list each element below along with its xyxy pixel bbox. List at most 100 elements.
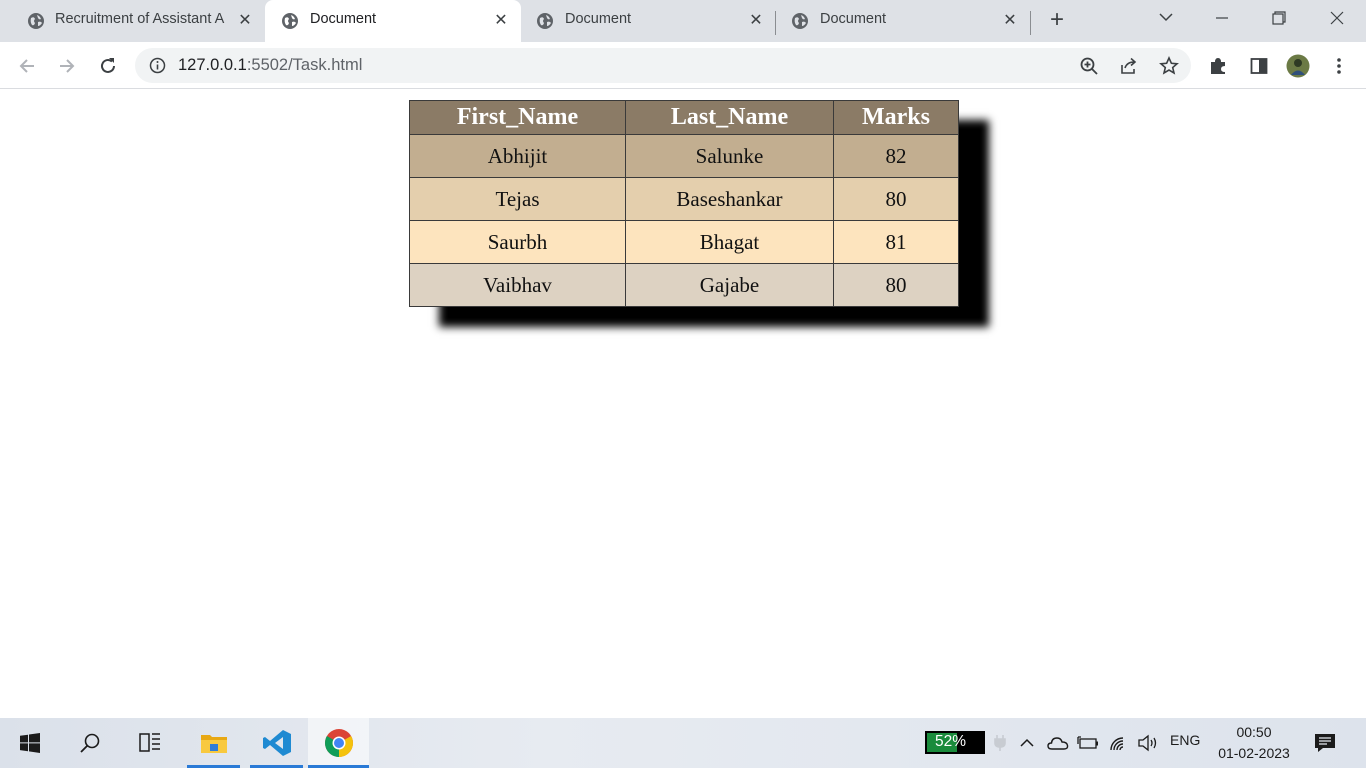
arrow-right-icon — [60, 59, 75, 73]
tab-strip: Recruitment of Assistant A ✕ Document ✕ … — [0, 0, 1366, 42]
menu-button[interactable] — [1326, 53, 1352, 79]
page-content: First_Name Last_Name Marks Abhijit Salun… — [0, 90, 1366, 718]
last-name-cell: Bhagat — [625, 220, 834, 264]
restore-icon — [1272, 11, 1286, 25]
reload-icon — [101, 58, 115, 73]
zoom-in-icon — [1080, 57, 1098, 75]
close-icon[interactable]: ✕ — [747, 12, 765, 30]
globe-icon — [282, 13, 298, 29]
tab-separator — [1030, 11, 1031, 35]
address-bar[interactable]: 127.0.0.1:5502/Task.html — [135, 48, 1191, 83]
marks-cell: 82 — [833, 134, 959, 178]
minimize-icon — [1216, 17, 1228, 19]
volume-icon[interactable] — [1137, 734, 1159, 752]
first-name-cell: Saurbh — [409, 220, 626, 264]
url-host: 127.0.0.1 — [178, 56, 247, 74]
marks-table: First_Name Last_Name Marks Abhijit Salun… — [409, 100, 959, 307]
reload-button[interactable] — [95, 53, 121, 79]
onedrive-icon[interactable] — [1047, 735, 1069, 751]
profile-button[interactable] — [1285, 53, 1311, 79]
search-button[interactable] — [60, 718, 120, 768]
browser-toolbar: 127.0.0.1:5502/Task.html — [0, 42, 1366, 89]
file-explorer-button[interactable] — [187, 718, 240, 768]
folder-icon — [200, 735, 227, 753]
share-icon — [1121, 57, 1137, 74]
table-row: Vaibhav Gajabe 80 — [409, 263, 959, 307]
first-name-cell: Tejas — [409, 177, 626, 221]
wifi-icon[interactable] — [1108, 734, 1130, 752]
minimize-button[interactable] — [1210, 9, 1234, 33]
arrow-left-icon — [19, 59, 34, 73]
vscode-button[interactable] — [250, 718, 303, 768]
info-icon[interactable] — [149, 57, 166, 74]
column-header-last-name: Last_Name — [625, 100, 834, 135]
globe-icon — [537, 13, 553, 29]
zoom-button[interactable] — [1076, 53, 1102, 79]
clock[interactable]: 00:50 01-02-2023 — [1214, 722, 1294, 764]
first-name-cell: Abhijit — [409, 134, 626, 178]
vscode-icon — [262, 730, 291, 756]
tab-title: Document — [310, 11, 377, 27]
notifications-icon[interactable] — [1314, 733, 1336, 753]
puzzle-icon — [1211, 58, 1225, 74]
battery-indicator[interactable]: 52% — [925, 731, 985, 754]
url-path: :5502/Task.html — [246, 56, 363, 74]
marks-cell: 80 — [833, 177, 959, 221]
last-name-cell: Baseshankar — [625, 177, 834, 221]
last-name-cell: Salunke — [625, 134, 834, 178]
table-row: Tejas Baseshankar 80 — [409, 177, 959, 221]
close-window-button[interactable] — [1325, 9, 1349, 33]
bookmark-button[interactable] — [1156, 53, 1182, 79]
table-row: Saurbh Bhagat 81 — [409, 220, 959, 264]
table-row: Abhijit Salunke 82 — [409, 134, 959, 178]
restore-button[interactable] — [1267, 9, 1291, 33]
tab-recruitment[interactable]: Recruitment of Assistant A ✕ — [0, 0, 265, 42]
globe-icon — [28, 13, 44, 29]
tab-title: Document — [820, 11, 887, 27]
battery-icon[interactable] — [1077, 735, 1099, 751]
language-indicator[interactable]: ENG — [1170, 732, 1200, 748]
marks-cell: 81 — [833, 220, 959, 264]
clock-time: 00:50 — [1236, 724, 1272, 740]
chrome-button[interactable] — [308, 718, 369, 768]
new-tab-button[interactable]: + — [1045, 8, 1069, 33]
table-header-row: First_Name Last_Name Marks — [409, 100, 959, 135]
avatar — [1286, 54, 1310, 78]
more-vertical-icon — [1337, 58, 1341, 74]
last-name-cell: Gajabe — [625, 263, 834, 307]
search-icon — [80, 733, 100, 753]
windows-logo-icon — [20, 733, 40, 753]
extensions-button[interactable] — [1205, 53, 1231, 79]
first-name-cell: Vaibhav — [409, 263, 626, 307]
back-button[interactable] — [14, 53, 40, 79]
close-icon[interactable]: ✕ — [236, 12, 254, 30]
close-icon — [1330, 11, 1344, 25]
side-panel-button[interactable] — [1246, 53, 1272, 79]
chevron-up-icon[interactable] — [1019, 735, 1035, 751]
tab-document[interactable]: Document ✕ — [776, 0, 1030, 42]
battery-percent: 52% — [935, 733, 967, 750]
side-panel-icon — [1250, 58, 1268, 74]
star-icon — [1159, 56, 1179, 75]
tab-title: Recruitment of Assistant A — [55, 11, 225, 27]
start-button[interactable] — [0, 718, 60, 768]
share-button[interactable] — [1116, 53, 1142, 79]
chrome-icon — [324, 729, 353, 757]
tab-document[interactable]: Document ✕ — [521, 0, 776, 42]
task-view-icon — [139, 733, 160, 752]
marks-table-wrapper: First_Name Last_Name Marks Abhijit Salun… — [409, 100, 959, 307]
tab-title: Document — [565, 11, 632, 27]
tab-document-active[interactable]: Document ✕ — [265, 0, 521, 42]
close-icon[interactable]: ✕ — [492, 12, 510, 30]
windows-taskbar: 52% ENG 00:50 01-02-2023 — [0, 718, 1366, 768]
clock-date: 01-02-2023 — [1218, 745, 1290, 761]
forward-button[interactable] — [54, 53, 80, 79]
close-icon[interactable]: ✕ — [1001, 12, 1019, 30]
url-text[interactable]: 127.0.0.1:5502/Task.html — [178, 56, 362, 75]
task-view-button[interactable] — [120, 718, 180, 768]
marks-cell: 80 — [833, 263, 959, 307]
globe-icon — [792, 13, 808, 29]
tab-search-button[interactable] — [1154, 9, 1178, 33]
plug-icon[interactable] — [993, 734, 1007, 752]
column-header-marks: Marks — [833, 100, 959, 135]
